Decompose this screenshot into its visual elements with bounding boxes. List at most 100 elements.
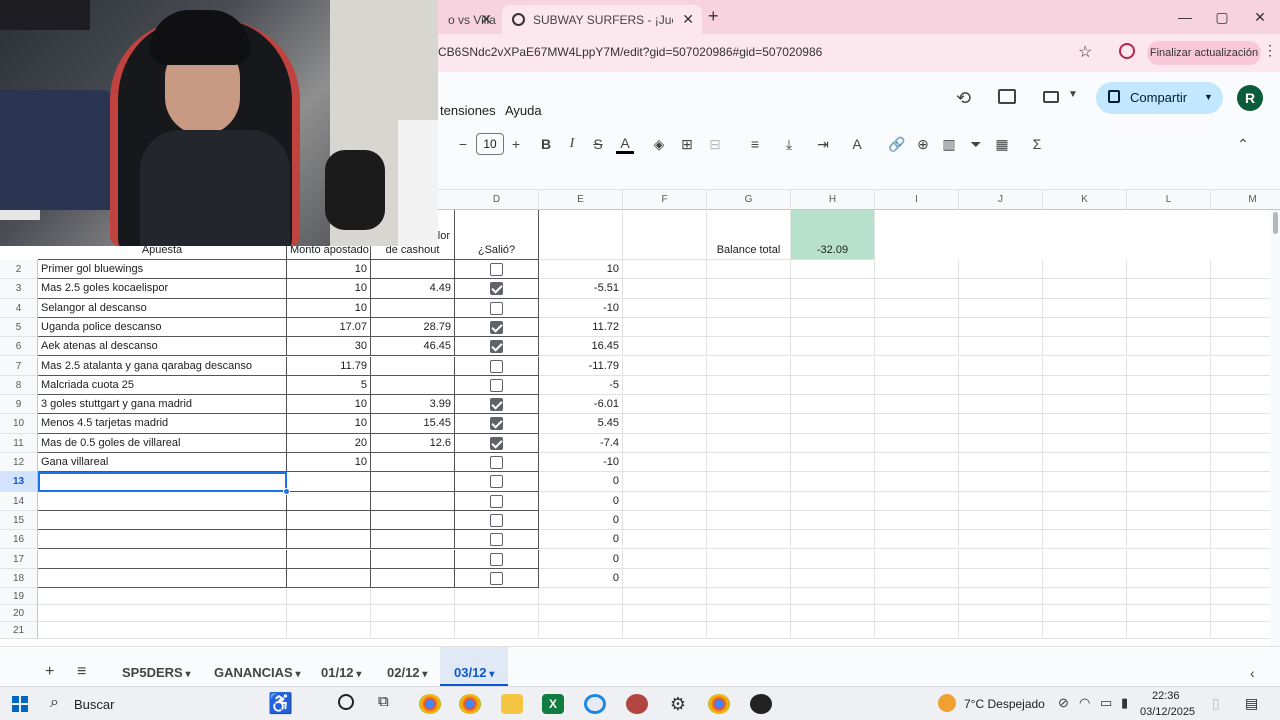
row-number[interactable]: 21 — [0, 622, 38, 640]
insert-chart-icon[interactable]: ▥ — [940, 128, 958, 160]
cell[interactable] — [707, 395, 791, 415]
cell[interactable] — [791, 317, 875, 338]
monto-cell[interactable] — [287, 530, 371, 550]
cell[interactable] — [1211, 414, 1270, 434]
cell[interactable] — [1127, 530, 1211, 550]
cell[interactable] — [707, 588, 791, 606]
maximize-button[interactable]: ▢ — [1207, 6, 1237, 28]
cell[interactable] — [707, 472, 791, 492]
apuesta-cell[interactable]: Gana villareal — [38, 453, 287, 473]
browser-menu-icon[interactable]: ⋮ — [1263, 42, 1277, 59]
salio-checkbox[interactable] — [490, 533, 503, 547]
cell[interactable] — [959, 260, 1043, 280]
cell[interactable] — [1043, 549, 1127, 569]
cell[interactable] — [1211, 530, 1270, 550]
row-number[interactable]: 7 — [0, 356, 38, 376]
all-sheets-icon[interactable]: ≡ — [77, 663, 86, 681]
cell[interactable] — [623, 433, 707, 453]
accessibility-icon[interactable]: ♿ — [268, 691, 293, 716]
apuesta-cell[interactable]: Primer gol bluewings — [38, 260, 287, 280]
chrome-icon[interactable] — [419, 694, 441, 714]
cell[interactable] — [1211, 260, 1270, 280]
cell[interactable] — [1127, 510, 1211, 531]
align-icon[interactable]: ≡ — [746, 128, 764, 160]
sheet-tab[interactable]: 01/12 ▾ — [307, 647, 375, 687]
salio-cell[interactable] — [455, 414, 539, 434]
cell[interactable] — [1211, 299, 1270, 318]
cell[interactable] — [1211, 569, 1270, 589]
cell[interactable] — [371, 588, 455, 606]
column-header[interactable]: E — [539, 190, 623, 210]
cell[interactable] — [791, 491, 875, 511]
salio-cell[interactable] — [455, 395, 539, 415]
chevron-down-icon[interactable]: ▾ — [420, 669, 427, 680]
salio-cell[interactable] — [455, 356, 539, 376]
salio-checkbox[interactable] — [490, 359, 503, 373]
cell[interactable] — [1043, 356, 1127, 376]
salio-checkbox[interactable] — [490, 552, 503, 566]
cell[interactable] — [707, 549, 791, 569]
salio-checkbox[interactable] — [490, 436, 503, 450]
balance-cell[interactable]: 0 — [539, 510, 623, 531]
sheet-tab[interactable]: 03/12 ▾ — [440, 647, 509, 687]
cell[interactable] — [1043, 472, 1127, 492]
url-field[interactable]: CB6SNdc2vXPaE67MW4LppY7M/edit?gid=507020… — [438, 45, 822, 59]
salio-cell[interactable] — [455, 549, 539, 569]
cell[interactable] — [455, 622, 539, 640]
increase-font-size-button[interactable]: + — [508, 128, 524, 160]
salio-cell[interactable] — [455, 472, 539, 492]
monto-cell[interactable] — [287, 568, 371, 589]
chrome-icon[interactable] — [708, 694, 730, 714]
cell[interactable] — [623, 588, 707, 606]
cell[interactable] — [1127, 491, 1211, 511]
cell[interactable] — [959, 279, 1043, 299]
cell[interactable] — [791, 356, 875, 376]
salio-checkbox[interactable] — [490, 282, 503, 296]
cell[interactable] — [1127, 337, 1211, 357]
salio-checkbox[interactable] — [490, 494, 503, 508]
close-window-button[interactable]: ✕ — [1245, 6, 1275, 28]
row-number[interactable]: 17 — [0, 549, 38, 569]
cell[interactable] — [791, 298, 875, 318]
share-button[interactable]: Compartir ▼ — [1096, 82, 1223, 114]
excel-icon[interactable]: X — [542, 694, 564, 714]
cell[interactable] — [875, 414, 959, 434]
balance-value-cell[interactable]: -32.09 — [791, 210, 875, 260]
cell[interactable] — [707, 622, 791, 640]
cell[interactable] — [1043, 433, 1127, 453]
monto-cell[interactable]: 30 — [287, 337, 371, 357]
apuesta-cell[interactable]: Malcriada cuota 25 — [38, 375, 287, 396]
cashout-cell[interactable] — [371, 530, 455, 550]
apuesta-cell[interactable]: 3 goles stuttgart y gana madrid — [38, 395, 287, 415]
cortana-icon[interactable] — [338, 694, 354, 710]
cell[interactable] — [1043, 414, 1127, 434]
salio-checkbox[interactable] — [490, 340, 503, 354]
column-header[interactable]: L — [1127, 190, 1211, 210]
cashout-cell[interactable] — [371, 568, 455, 589]
borders-icon[interactable]: ⊞ — [678, 128, 696, 160]
cell[interactable] — [875, 337, 959, 357]
balance-cell[interactable]: 0 — [539, 549, 623, 569]
link-icon[interactable]: 🔗 — [888, 128, 906, 160]
italic-icon[interactable]: I — [564, 128, 580, 160]
cell[interactable] — [539, 622, 623, 640]
cell[interactable] — [707, 414, 791, 434]
cell[interactable] — [539, 605, 623, 623]
apuesta-cell[interactable]: Mas 2.5 atalanta y gana qarabag descanso — [38, 356, 287, 376]
cell[interactable] — [791, 375, 875, 396]
cell[interactable] — [791, 530, 875, 550]
chevron-left-icon[interactable]: ‹ — [1250, 665, 1255, 681]
menu-item-help[interactable]: Ayuda — [505, 103, 542, 118]
chevron-down-icon[interactable]: ▾ — [487, 669, 494, 680]
balance-cell[interactable]: 5.45 — [539, 414, 623, 434]
add-sheet-button[interactable]: + — [45, 663, 54, 681]
cell[interactable] — [707, 433, 791, 453]
cashout-cell[interactable]: 28.79 — [371, 317, 455, 338]
cell[interactable] — [623, 317, 707, 338]
balance-cell[interactable]: 0 — [539, 472, 623, 492]
salio-checkbox[interactable] — [490, 456, 503, 469]
cell[interactable] — [875, 453, 959, 473]
cell[interactable] — [875, 622, 959, 640]
balance-cell[interactable]: -7.4 — [539, 433, 623, 453]
monto-cell[interactable]: 10 — [287, 260, 371, 280]
